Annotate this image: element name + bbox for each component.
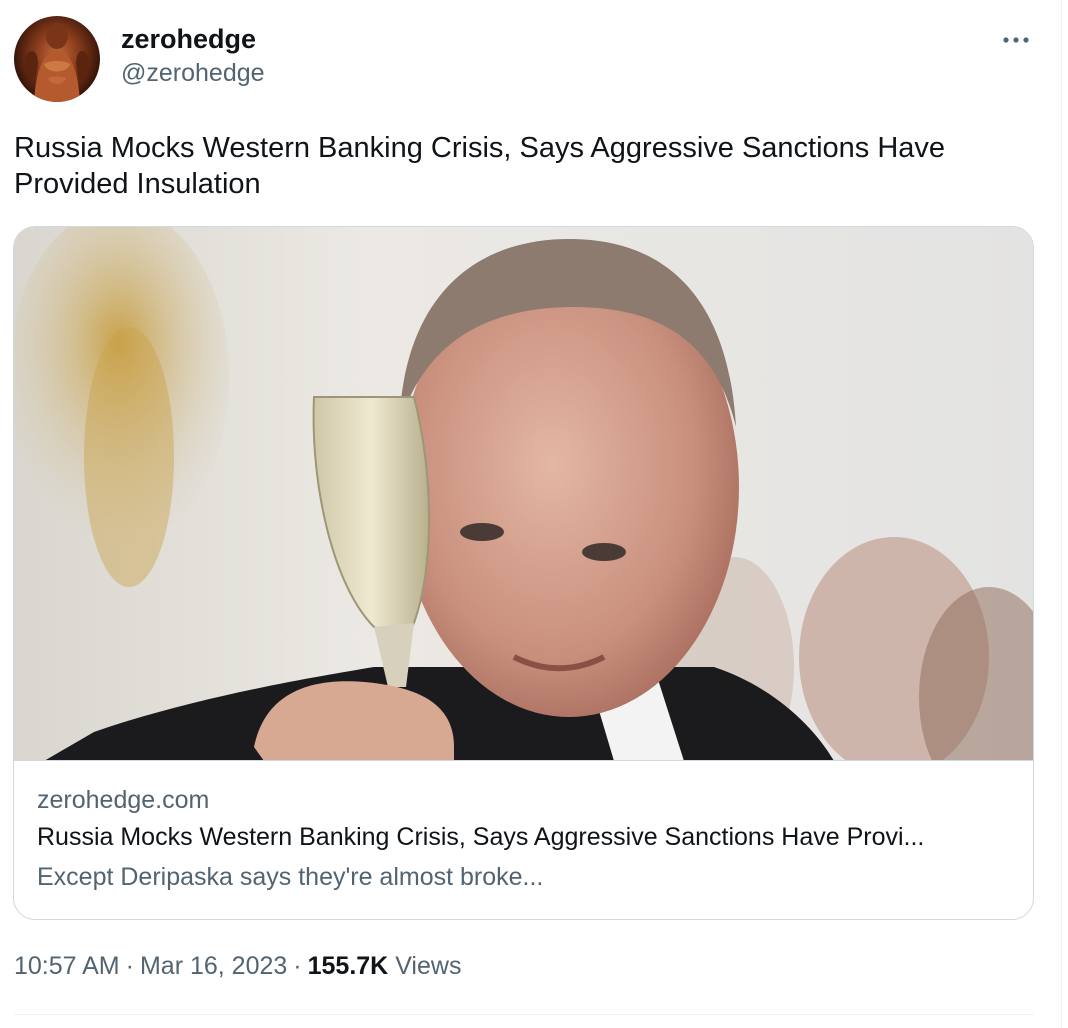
more-options-button[interactable] xyxy=(996,24,1036,56)
card-image[interactable] xyxy=(14,227,1033,761)
card-meta: zerohedge.com Russia Mocks Western Banki… xyxy=(37,783,1012,897)
more-horizontal-icon xyxy=(1003,37,1029,43)
tweet-date[interactable]: Mar 16, 2023 xyxy=(140,952,287,980)
avatar-photo-icon xyxy=(25,23,89,102)
tweet-meta: 10:57 AM · Mar 16, 2023 · 155.7K Views xyxy=(14,948,461,984)
card-title: Russia Mocks Western Banking Crisis, Say… xyxy=(37,823,925,851)
views-label: Views xyxy=(395,952,462,980)
photo-man-raising-champagne-glass-icon xyxy=(14,227,1033,760)
card-description: Except Deripaska says they're almost bro… xyxy=(37,863,544,891)
separator: · xyxy=(125,952,134,980)
author-avatar[interactable] xyxy=(14,16,100,102)
tweet: zerohedge @zerohedge Russia Mocks Wester… xyxy=(0,0,1062,1028)
author-name[interactable]: zerohedge xyxy=(121,22,265,56)
divider xyxy=(14,1014,1034,1015)
author-info: zerohedge @zerohedge xyxy=(121,22,265,89)
tweet-time[interactable]: 10:57 AM xyxy=(14,952,120,980)
author-handle[interactable]: @zerohedge xyxy=(121,57,265,89)
tweet-text: Russia Mocks Western Banking Crisis, Say… xyxy=(14,132,946,200)
card-domain: zerohedge.com xyxy=(37,786,210,814)
views-count[interactable]: 155.7K xyxy=(308,952,389,980)
separator: · xyxy=(293,952,302,980)
link-card[interactable]: zerohedge.com Russia Mocks Western Banki… xyxy=(13,226,1034,920)
